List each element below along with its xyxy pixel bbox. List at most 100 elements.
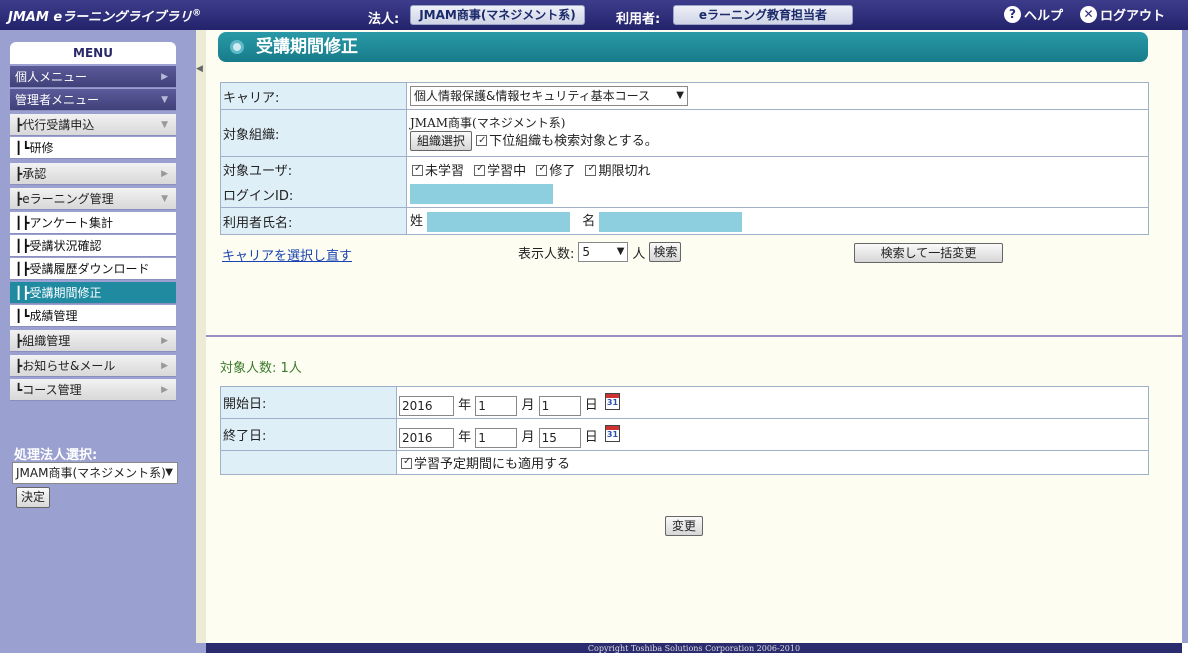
display-count-value: 5	[582, 245, 591, 259]
end-day-input[interactable]: 15	[538, 427, 581, 448]
change-button[interactable]: 変更	[665, 516, 703, 536]
logo-brand: JMAM	[8, 10, 49, 25]
sidebar-item-label: ┣組織管理	[15, 334, 71, 348]
page-title-text: 受講期間修正	[256, 37, 358, 57]
person-unit: 人	[632, 246, 646, 262]
sidebar-collapse-handle[interactable]: ◀	[196, 30, 206, 643]
section-divider	[206, 335, 1182, 337]
app-logo[interactable]: JMAM eラーニングライブラリ®	[8, 6, 201, 25]
status-unlearned-label: 未学習	[425, 163, 465, 179]
chevron-right-icon: ▶	[161, 385, 168, 395]
user-value: eラーニング教育担当者	[673, 5, 853, 25]
sidebar-item-training[interactable]: ┃┗研修	[10, 137, 176, 159]
sidebar-item-admin-menu[interactable]: 管理者メニュー ▼	[10, 89, 176, 111]
corp-ok-button[interactable]: 決定	[16, 487, 51, 508]
display-count-select[interactable]: 5 ▼	[578, 242, 629, 262]
start-month-input[interactable]: 1	[475, 395, 518, 416]
footer-copyright: Copyright Toshiba Solutions Corporation …	[206, 643, 1182, 653]
year-unit: 年	[458, 398, 472, 414]
sidebar-item-personal-menu[interactable]: 個人メニュー ▶	[10, 66, 176, 88]
bulk-change-button[interactable]: 検索して一括変更	[854, 243, 1003, 263]
user-label: 利用者:	[616, 12, 661, 27]
sidebar-item-period-edit[interactable]: ┃┣受講期間修正	[10, 282, 176, 304]
sidebar-item-approval[interactable]: ┣承認 ▶	[10, 163, 176, 185]
org-label: 対象組織:	[220, 109, 407, 157]
main-content: 受講期間修正 キャリア: 個人情報保護&情報セキュリティ基本コース ▼ 対象組織…	[206, 30, 1182, 643]
end-month-input[interactable]: 1	[475, 427, 518, 448]
logout-link[interactable]: ✕ ログアウト	[1080, 5, 1165, 24]
sidebar-item-elearning-admin[interactable]: ┣eラーニング管理 ▼	[10, 188, 176, 210]
status-learning-checkbox[interactable]	[474, 163, 486, 176]
sidebar-item-news-mail[interactable]: ┣お知らせ&メール ▶	[10, 355, 176, 377]
sidebar: MENU 個人メニュー ▶ 管理者メニュー ▼ ┣代行受講申込 ▼ ┃┗研修 ┣…	[0, 30, 196, 643]
last-name-label: 姓	[410, 214, 424, 230]
corp-select[interactable]: JMAM商事(マネジメント系) ▼	[12, 462, 178, 484]
career-select-value: 個人情報保護&情報セキュリティ基本コース	[414, 89, 651, 103]
help-link[interactable]: ? ヘルプ	[1004, 5, 1063, 24]
dropdown-arrow-icon: ▼	[616, 246, 625, 257]
chevron-down-icon: ▼	[161, 95, 168, 105]
help-label: ヘルプ	[1024, 9, 1064, 24]
first-name-input[interactable]	[599, 211, 743, 232]
sidebar-item-grades[interactable]: ┃┗成績管理	[10, 305, 176, 327]
sidebar-item-label: ┃┣受講期間修正	[15, 286, 102, 300]
reselect-career-link[interactable]: キャリアを選択し直す	[222, 245, 352, 264]
logo-text: eラーニングライブラリ	[53, 10, 193, 25]
title-bullet-icon	[230, 40, 244, 54]
apply-schedule-label: 学習予定期間にも適用する	[414, 457, 571, 472]
apply-schedule-label-cell	[220, 450, 397, 475]
calendar-icon[interactable]	[604, 393, 620, 411]
logout-label: ログアウト	[1100, 9, 1166, 24]
corp-value: JMAM商事(マネジメント系)	[410, 5, 585, 25]
sidebar-item-course-admin[interactable]: ┗コース管理 ▶	[10, 379, 176, 401]
logo-mark: ®	[192, 8, 202, 19]
right-edge	[1182, 30, 1188, 643]
org-value: JMAM商事(マネジメント系)	[410, 116, 566, 130]
footer-left	[0, 643, 206, 653]
calendar-icon[interactable]	[604, 425, 620, 443]
corp-select-label: 処理法人選択:	[14, 448, 98, 463]
include-sub-org-checkbox[interactable]	[476, 133, 488, 149]
login-id-input[interactable]	[410, 184, 553, 205]
day-unit: 日	[584, 398, 598, 414]
search-button[interactable]: 検索	[649, 242, 682, 262]
start-year-input[interactable]: 2016	[399, 395, 454, 416]
end-date-label: 終了日:	[220, 418, 397, 451]
first-name-label: 名	[582, 214, 596, 230]
sidebar-item-history-download[interactable]: ┃┣受講履歴ダウンロード	[10, 258, 176, 280]
career-select[interactable]: 個人情報保護&情報セキュリティ基本コース ▼	[410, 86, 688, 106]
status-unlearned-checkbox[interactable]	[412, 163, 423, 176]
status-learning-label: 学習中	[487, 163, 527, 179]
corp-label: 法人:	[368, 12, 400, 27]
sidebar-item-label: ┣お知らせ&メール	[15, 359, 116, 373]
sidebar-item-label: 個人メニュー	[15, 70, 88, 84]
start-date-label: 開始日:	[220, 386, 397, 419]
login-id-label: ログインID:	[220, 181, 407, 208]
day-unit: 日	[584, 430, 598, 446]
sidebar-item-label: ┗コース管理	[15, 383, 82, 397]
sidebar-item-label: ┃┣受講状況確認	[15, 239, 102, 253]
sidebar-item-org-admin[interactable]: ┣組織管理 ▶	[10, 330, 176, 352]
sidebar-item-label: 管理者メニュー	[15, 93, 100, 107]
target-user-label: 対象ユーザ:	[220, 156, 407, 182]
sidebar-item-label: ┣承認	[15, 167, 47, 181]
chevron-right-icon: ▶	[161, 72, 168, 82]
start-day-input[interactable]: 1	[538, 395, 581, 416]
sidebar-item-proxy-apply[interactable]: ┣代行受講申込 ▼	[10, 114, 176, 136]
include-sub-org-label: 下位組織も検索対象とする。	[489, 134, 658, 149]
org-select-button[interactable]: 組織選択	[410, 131, 473, 151]
menu-title: MENU	[10, 42, 176, 64]
display-count-group: 表示人数: 5 ▼ 人 検索	[518, 242, 682, 262]
apply-schedule-checkbox[interactable]	[401, 456, 412, 469]
end-year-input[interactable]: 2016	[399, 427, 454, 448]
sidebar-item-status-check[interactable]: ┃┣受講状況確認	[10, 235, 176, 257]
sidebar-item-label: ┃┗研修	[15, 141, 54, 155]
career-label: キャリア:	[220, 82, 407, 110]
sidebar-item-survey[interactable]: ┃┣アンケート集計	[10, 212, 176, 234]
last-name-input[interactable]	[427, 211, 571, 232]
dropdown-arrow-icon: ▼	[676, 90, 684, 101]
status-done-checkbox[interactable]	[536, 163, 548, 176]
chevron-right-icon: ▶	[161, 361, 168, 371]
sidebar-item-label: ┃┣受講履歴ダウンロード	[15, 262, 150, 276]
status-expired-checkbox[interactable]	[585, 163, 597, 176]
